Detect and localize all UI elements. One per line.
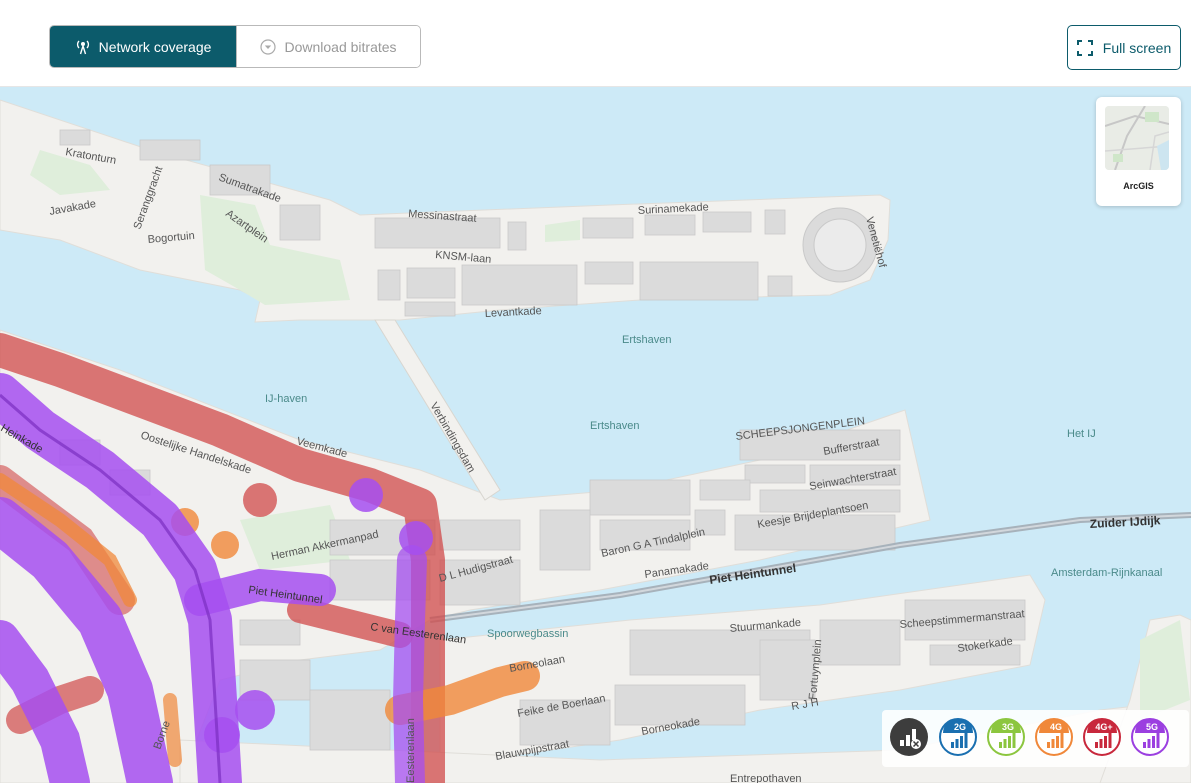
water-label: Het IJ xyxy=(1067,428,1096,440)
download-bitrates-label: Download bitrates xyxy=(284,38,397,55)
legend-label: 3G xyxy=(1001,722,1014,732)
legend-4g[interactable]: 4G xyxy=(1035,718,1073,756)
map-label: Entrepothaven xyxy=(730,773,802,783)
water-label: Ertshaven xyxy=(622,334,672,346)
legend-2g[interactable]: 2G xyxy=(939,718,977,756)
antenna-icon xyxy=(76,40,89,54)
legend-3g[interactable]: 3G xyxy=(987,718,1025,756)
download-bitrates-button[interactable]: Download bitrates xyxy=(236,26,420,67)
legend-label: 2G xyxy=(953,722,966,732)
download-circle-icon xyxy=(260,38,277,55)
fullscreen-button[interactable]: Full screen xyxy=(1067,25,1181,70)
map-label: Eesterenlaan xyxy=(405,718,417,783)
coverage-5g xyxy=(235,690,275,730)
water-label: IJ-haven xyxy=(265,393,307,405)
map-canvas[interactable]: Kratonturn Seranggracht Javakade Bogortu… xyxy=(0,87,1191,783)
legend-label: 5G xyxy=(1145,722,1158,732)
view-mode-toggle: Network coverage Download bitrates xyxy=(49,25,421,68)
legend-label: 4G+ xyxy=(1095,722,1113,732)
coverage-4gplus xyxy=(243,483,277,517)
water-label: Ertshaven xyxy=(590,420,640,432)
basemap-label: ArcGIS xyxy=(1123,181,1154,191)
no-signal-icon xyxy=(900,729,921,749)
coverage-5g xyxy=(349,478,383,512)
water-label: Spoorwegbassin xyxy=(487,628,568,640)
basemap-toggle[interactable]: ArcGIS xyxy=(1096,97,1181,206)
coverage-4g xyxy=(211,531,239,559)
building-ring-inner xyxy=(813,218,867,272)
coverage-4g xyxy=(163,693,182,767)
legend-no-signal[interactable] xyxy=(890,718,928,756)
legend-4g-plus[interactable]: 4G+ xyxy=(1083,718,1121,756)
coverage-5g xyxy=(204,717,240,753)
basemap-thumbnail xyxy=(1105,106,1169,170)
legend-label: 4G xyxy=(1049,722,1062,732)
fullscreen-label: Full screen xyxy=(1102,39,1172,56)
network-coverage-button[interactable]: Network coverage xyxy=(50,26,236,67)
legend-5g[interactable]: 5G xyxy=(1131,718,1169,756)
technology-legend: 2G 3G 4G 4G+ 5G xyxy=(882,710,1189,767)
network-coverage-label: Network coverage xyxy=(98,38,212,55)
fullscreen-icon xyxy=(1076,39,1093,56)
water-label: Amsterdam-Rijnkanaal xyxy=(1051,567,1162,579)
coverage-map[interactable]: Kratonturn Seranggracht Javakade Bogortu… xyxy=(0,87,1191,783)
top-toolbar: Network coverage Download bitrates Full … xyxy=(0,0,1191,87)
coverage-5g xyxy=(399,521,433,555)
